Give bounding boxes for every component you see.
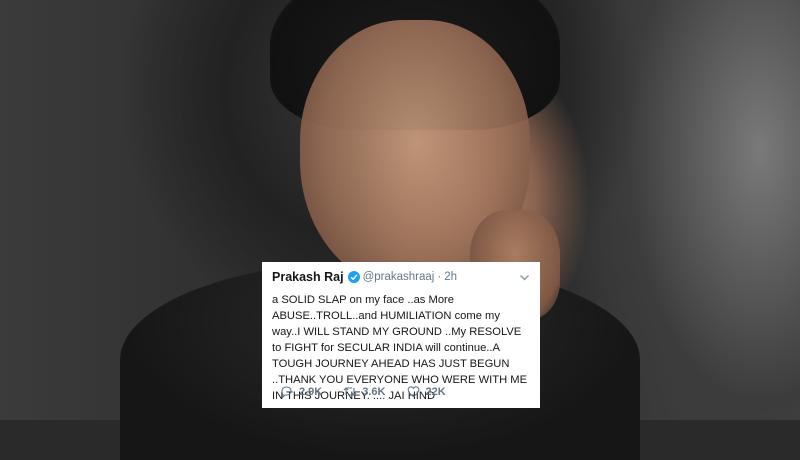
tweet-header: Prakash Raj @prakashraaj · 2h — [272, 268, 530, 286]
like-count: 22K — [425, 385, 446, 398]
time-separator: · — [437, 271, 442, 283]
retweet-count: 3.6K — [362, 385, 386, 398]
chevron-down-icon[interactable] — [518, 271, 530, 283]
author-name[interactable]: Prakash Raj — [272, 270, 344, 284]
tweet-time[interactable]: 2h — [444, 271, 457, 283]
author-handle[interactable]: @prakashraaj — [363, 271, 435, 283]
retweet-button[interactable]: 3.6K — [343, 385, 386, 398]
tweet-card[interactable]: Prakash Raj @prakashraaj · 2h a SOLID SL… — [262, 262, 540, 408]
like-icon — [407, 385, 420, 398]
like-button[interactable]: 22K — [407, 385, 446, 398]
retweet-icon — [343, 385, 357, 398]
tweet-actions: 2.9K 3.6K 22K — [280, 385, 467, 399]
reply-button[interactable]: 2.9K — [280, 385, 323, 399]
reply-icon — [280, 385, 293, 399]
reply-count: 2.9K — [299, 385, 323, 398]
verified-badge-icon — [347, 271, 360, 283]
